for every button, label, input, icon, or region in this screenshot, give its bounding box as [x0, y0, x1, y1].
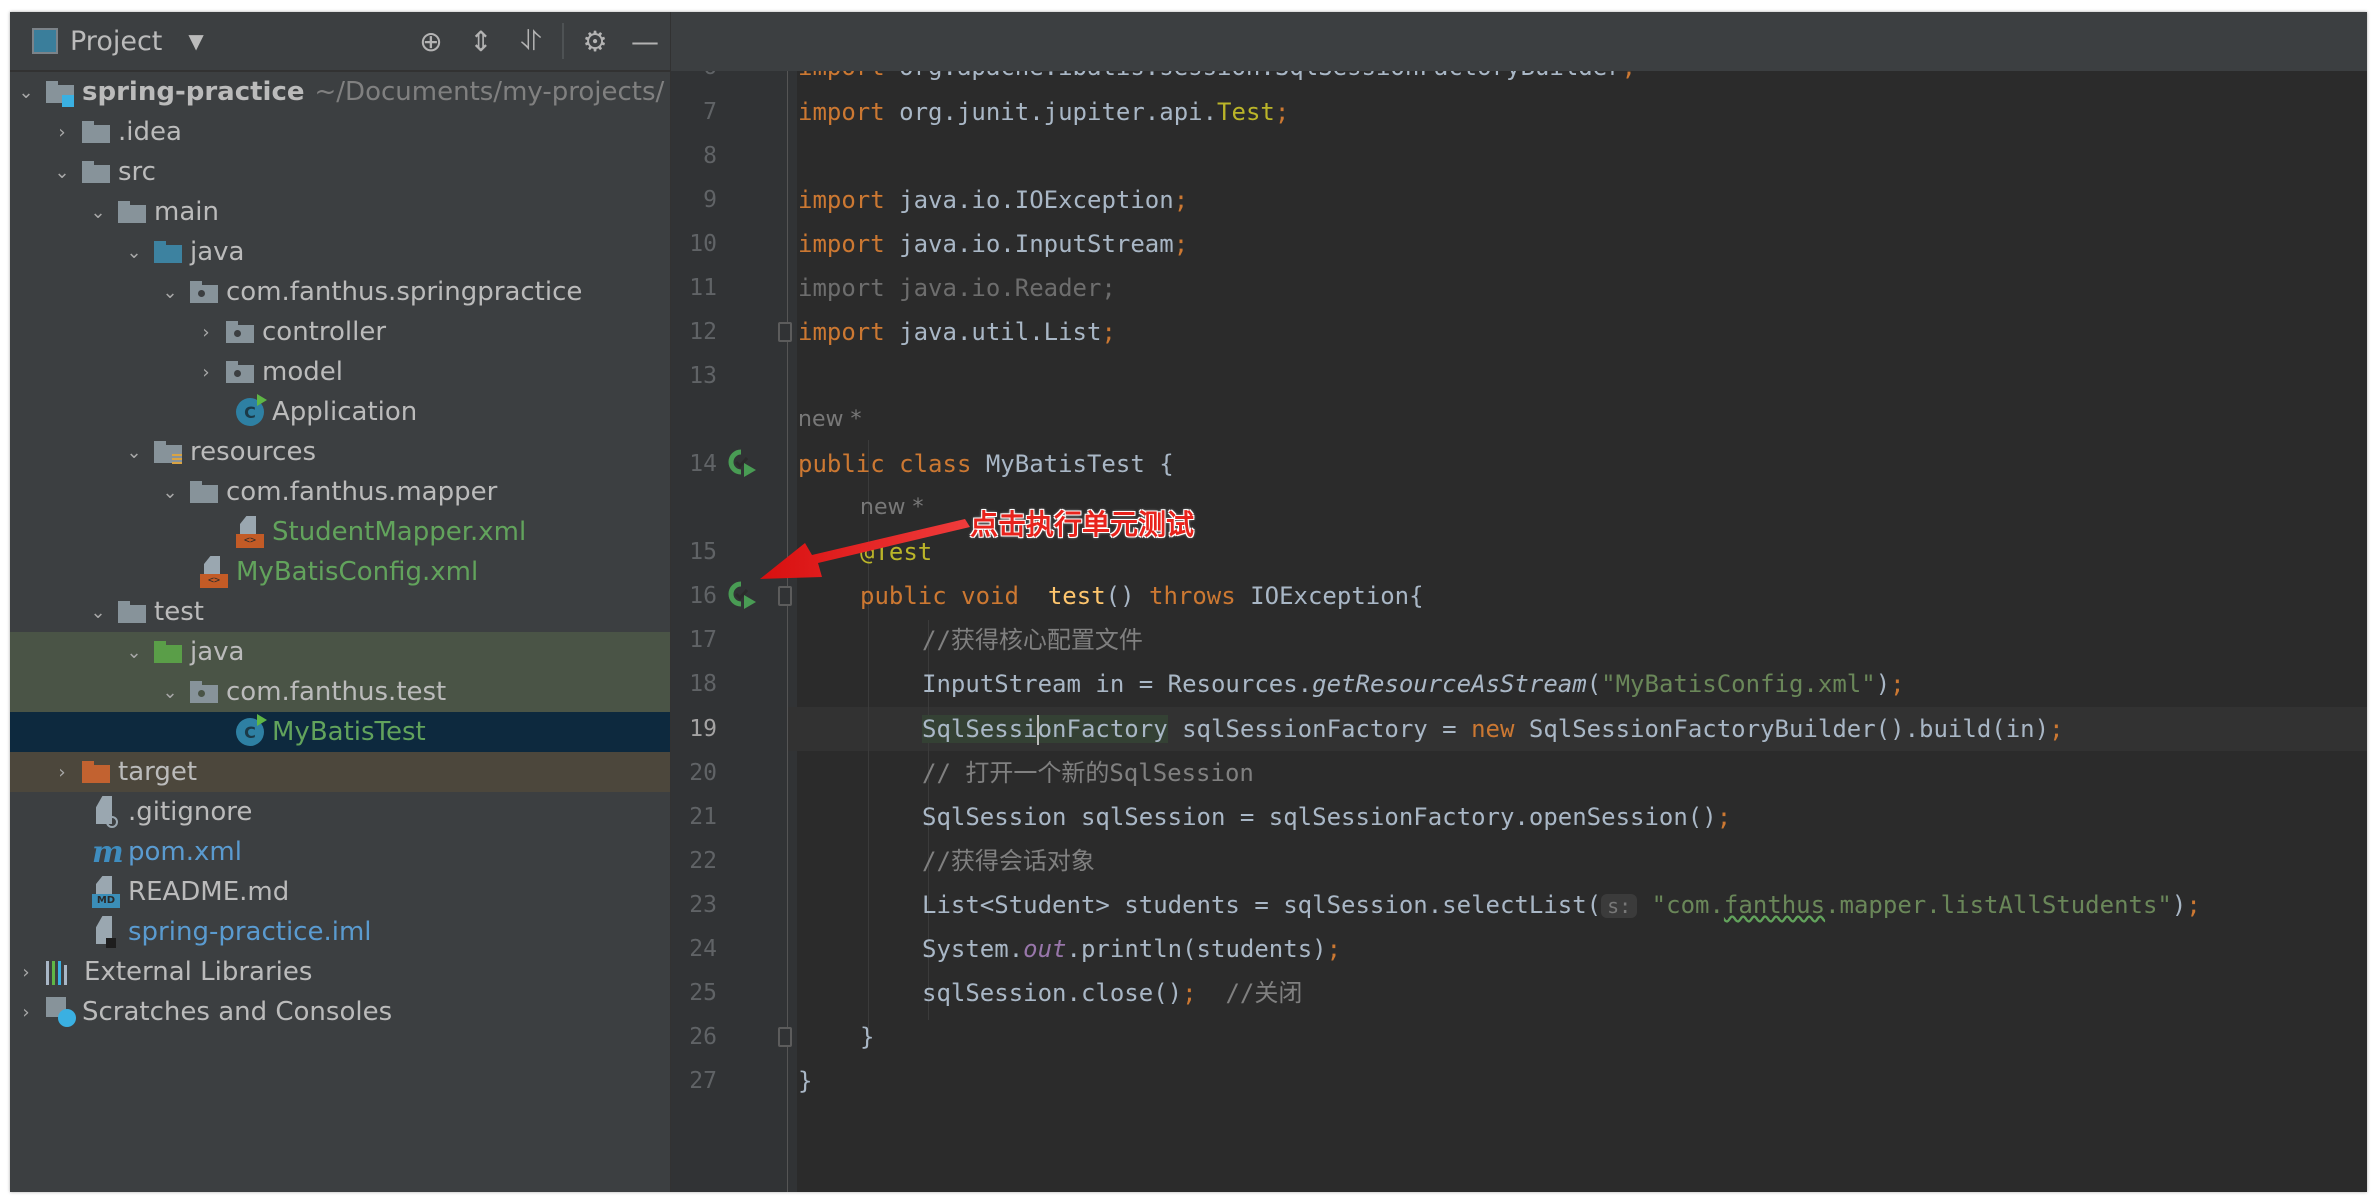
- line-number: 11: [689, 275, 717, 301]
- code-token: onFactory: [1037, 715, 1168, 743]
- run-test-method-icon[interactable]: [728, 581, 758, 611]
- code-token: ): [2171, 891, 2187, 919]
- annotation-arrow: [760, 519, 970, 579]
- line-number: 25: [689, 980, 717, 1006]
- code-line-9: import java.io.IOException;: [798, 178, 1188, 222]
- code-token: ;: [1173, 186, 1189, 214]
- line-number: 7: [703, 99, 717, 125]
- code-token: ;: [1182, 979, 1197, 1007]
- code-line-26: }: [860, 1023, 875, 1051]
- typo-underline-token[interactable]: fanthus: [1724, 891, 1825, 919]
- code-token: sqlSessionFactory =: [1167, 715, 1472, 743]
- code-token: List<Student> students = sqlSession.sele…: [922, 891, 1602, 919]
- line-number: 12: [689, 319, 717, 345]
- code-token: SqlSessionFactory: [922, 715, 1168, 745]
- line-number: 27: [689, 1068, 717, 1094]
- code-token: throws: [1134, 582, 1236, 610]
- code-line-11: import java.io.Reader;: [798, 274, 1116, 302]
- code-token: import: [798, 230, 885, 258]
- code-token: //关闭: [1196, 979, 1303, 1007]
- line-number: 15: [689, 539, 717, 565]
- code-token: .println(students): [1066, 935, 1327, 963]
- code-line-27: }: [798, 1067, 813, 1095]
- fold-collapse-icon[interactable]: [778, 1027, 792, 1047]
- code-line-24: System.out.println(students);: [922, 927, 1341, 971]
- code-token: "MyBatisConfig.xml": [1601, 670, 1876, 698]
- code-line-12: import java.util.List;: [798, 310, 1116, 354]
- code-line-21: SqlSession sqlSession = sqlSessionFactor…: [922, 795, 1731, 839]
- line-number: 8: [703, 143, 717, 169]
- code-token: Test: [1217, 98, 1275, 126]
- code-token: (: [1586, 670, 1602, 698]
- code-token: ;: [1101, 318, 1116, 346]
- line-number: 22: [689, 848, 717, 874]
- code-token: new: [1471, 715, 1515, 743]
- line-number: 9: [703, 187, 717, 213]
- line-number: 13: [689, 363, 717, 389]
- line-number: 18: [689, 671, 717, 697]
- code-line-25: sqlSession.close(); //关闭: [922, 971, 1302, 1015]
- code-token: (): [1105, 582, 1135, 610]
- fold-collapse-icon[interactable]: [778, 322, 792, 342]
- code-token: public class: [798, 450, 972, 478]
- code-layer: 6 importimport org.apache.ibatis.session…: [10, 12, 2367, 1192]
- code-token: test: [1047, 582, 1106, 610]
- code-token: out: [1023, 935, 1067, 963]
- code-token: ;: [1716, 803, 1732, 831]
- code-token: SqlSessi: [922, 715, 1038, 743]
- tabbar-mask: [671, 12, 2367, 71]
- code-token: ;: [1173, 230, 1189, 258]
- code-line-17: //获得核心配置文件: [922, 626, 1143, 654]
- code-token: InputStream in = Resources.: [922, 670, 1313, 698]
- code-token: ;: [1274, 98, 1290, 126]
- run-test-class-icon[interactable]: [728, 449, 758, 479]
- code-token: java.io.IOException: [884, 186, 1174, 214]
- code-line-14: public class MyBatisTest {: [798, 442, 1174, 486]
- parameter-name-hint: s:: [1601, 894, 1638, 918]
- code-token: .mapper.listAllStudents": [1825, 891, 2172, 919]
- line-number: 21: [689, 804, 717, 830]
- code-token: MyBatisTest {: [971, 450, 1174, 478]
- code-token: IOException{: [1235, 582, 1424, 610]
- line-number: 20: [689, 760, 717, 786]
- code-line-19: SqlSessionFactory sqlSessionFactory = ne…: [922, 707, 2064, 751]
- code-token: import: [798, 186, 885, 214]
- code-token: SqlSessionFactoryBuilder().build(in): [1514, 715, 2050, 743]
- code-line-18: InputStream in = Resources.getResourceAs…: [922, 662, 1905, 706]
- line-number: 26: [689, 1024, 717, 1050]
- code-token: org.junit.jupiter.api.: [884, 98, 1218, 126]
- code-token: import: [798, 318, 885, 346]
- code-token: ;: [1890, 670, 1905, 698]
- line-number: 17: [689, 627, 717, 653]
- line-number: 14: [689, 451, 717, 477]
- code-token: ): [1875, 670, 1891, 698]
- line-number: 10: [689, 231, 717, 257]
- code-token: java.util.List: [884, 318, 1102, 346]
- code-token: sqlSession.close(): [922, 979, 1183, 1007]
- ide-window: Project ▼ ⊕ ⇕ ⥯ ⚙ — ⌄ spring-practice ~/…: [10, 12, 2367, 1192]
- line-number: 23: [689, 892, 717, 918]
- code-line-20: // 打开一个新的SqlSession: [922, 759, 1254, 787]
- code-line-22: //获得会话对象: [922, 847, 1095, 875]
- code-token: ;: [2186, 891, 2201, 919]
- code-token: java.io.InputStream: [884, 230, 1174, 258]
- line-number: 24: [689, 936, 717, 962]
- code-line-23: List<Student> students = sqlSession.sele…: [922, 883, 2201, 928]
- line-number-current: 19: [689, 716, 717, 742]
- code-token: "com.: [1651, 891, 1724, 919]
- line-number: 16: [689, 583, 717, 609]
- code-token: System.: [922, 935, 1024, 963]
- code-line-10: import java.io.InputStream;: [798, 222, 1188, 266]
- annotation-label: 点击执行单元测试: [970, 508, 1195, 541]
- code-vision-hint[interactable]: new *: [798, 398, 861, 442]
- code-token: ;: [2049, 715, 2064, 743]
- code-token: import: [798, 98, 885, 126]
- code-token: getResourceAsStream: [1312, 670, 1587, 698]
- code-token: SqlSession sqlSession = sqlSessionFactor…: [922, 803, 1717, 831]
- code-token: ;: [1326, 935, 1342, 963]
- code-line-7: import org.junit.jupiter.api.Test;: [798, 90, 1289, 134]
